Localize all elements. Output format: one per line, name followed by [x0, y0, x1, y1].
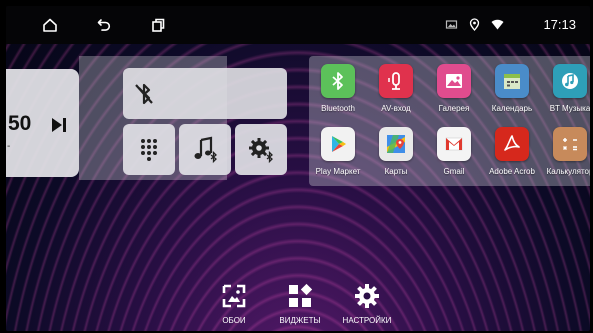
- image-icon: [445, 20, 458, 29]
- widgets-label: ВИДЖЕТЫ: [279, 316, 321, 325]
- bluetooth-widget[interactable]: [123, 68, 287, 119]
- app-label: AV-вход: [381, 104, 411, 113]
- app-maps[interactable]: Карты: [366, 127, 426, 176]
- play-store-icon: [321, 127, 355, 161]
- back-icon[interactable]: [94, 15, 114, 35]
- app-label: Галерея: [438, 104, 470, 113]
- home-screen: 17:13 50 - Bluetooth AV-вход Галерея Кал…: [6, 6, 590, 331]
- app-calendar[interactable]: Календарь: [482, 64, 542, 113]
- calendar-icon: [495, 64, 529, 98]
- app-label: Adobe Acrob: [489, 167, 535, 176]
- settings-label: НАСТРОЙКИ: [342, 316, 392, 325]
- bt-settings-icon: [249, 137, 273, 163]
- app-adobe-acrobat[interactable]: Adobe Acrob: [482, 127, 542, 176]
- bluetooth-app-icon: [321, 64, 355, 98]
- gallery-icon: [437, 64, 471, 98]
- gmail-icon: [437, 127, 471, 161]
- media-track-time: 50: [8, 112, 32, 135]
- bt-music-app-icon: [553, 64, 587, 98]
- wifi-icon: [491, 19, 504, 30]
- settings-button[interactable]: НАСТРОЙКИ: [337, 282, 397, 325]
- app-bt-music[interactable]: BT Музыка: [540, 64, 590, 113]
- app-play-market[interactable]: Play Маркет: [308, 127, 368, 176]
- wallpaper-icon: [222, 284, 246, 308]
- bluetooth-off-icon: [135, 83, 153, 105]
- media-widget[interactable]: 50 -: [6, 69, 79, 177]
- widgets-button[interactable]: ВИДЖЕТЫ: [270, 282, 330, 325]
- dialpad-icon: [141, 138, 157, 161]
- status-icons: [445, 18, 504, 31]
- gear-icon: [355, 284, 379, 308]
- app-label: Bluetooth: [321, 104, 355, 113]
- app-gallery[interactable]: Галерея: [424, 64, 484, 113]
- widgets-icon: [289, 283, 313, 307]
- recent-apps-icon[interactable]: [148, 15, 168, 35]
- app-calculator[interactable]: Калькулятор: [540, 127, 590, 176]
- av-input-icon: [379, 64, 413, 98]
- app-label: Gmail: [443, 167, 465, 176]
- bt-music-button[interactable]: [179, 124, 231, 175]
- app-av-input[interactable]: AV-вход: [366, 64, 426, 113]
- app-label: BT Музыка: [549, 104, 590, 113]
- status-bar: 17:13: [6, 6, 590, 44]
- home-icon[interactable]: [40, 15, 60, 35]
- media-artist: -: [7, 141, 11, 152]
- app-label: Карты: [384, 167, 408, 176]
- skip-next-icon[interactable]: [49, 115, 69, 135]
- app-gmail[interactable]: Gmail: [424, 127, 484, 176]
- wallpaper-button[interactable]: ОБОИ: [204, 282, 264, 325]
- dialpad-button[interactable]: [123, 124, 175, 175]
- maps-icon: [379, 127, 413, 161]
- wallpaper-label: ОБОИ: [222, 316, 246, 325]
- clock: 17:13: [543, 17, 576, 32]
- bt-settings-button[interactable]: [235, 124, 287, 175]
- calculator-icon: [553, 127, 587, 161]
- app-label: Календарь: [491, 104, 533, 113]
- location-icon: [469, 18, 480, 31]
- adobe-acrobat-icon: [495, 127, 529, 161]
- app-label: Калькулятор: [546, 167, 590, 176]
- bt-music-icon: [194, 136, 217, 163]
- app-bluetooth[interactable]: Bluetooth: [308, 64, 368, 113]
- app-label: Play Маркет: [315, 167, 361, 176]
